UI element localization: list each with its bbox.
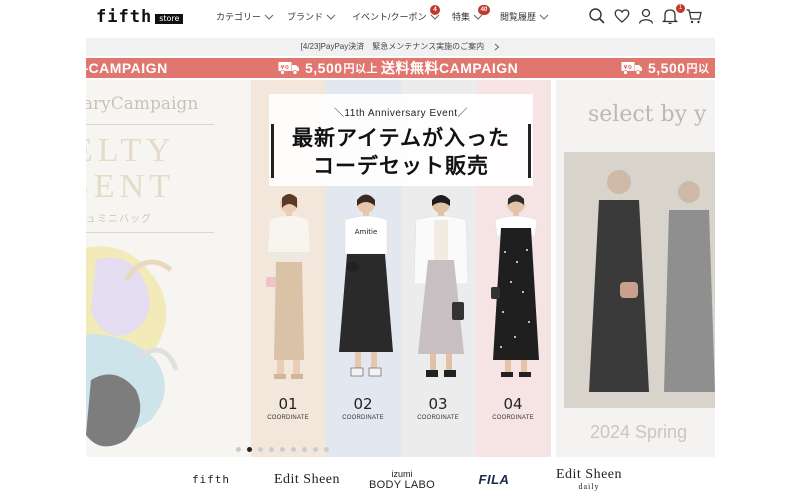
ticker-yen-text: 円以上 [343,63,379,75]
chevron-right-icon [495,43,500,51]
coordinate-number-02: 02 [353,395,373,413]
ticker-yen-text: 円以 [686,63,710,75]
carousel-dot[interactable] [236,447,241,452]
carousel-dot[interactable] [258,447,263,452]
carousel-dot[interactable] [324,447,329,452]
ticker-item-partial: ¥0 5,500 円以 [621,58,713,78]
coordinate-label-02: COORDINATE [342,415,384,421]
brand-link-izumi-body-labo[interactable]: izumi BODY LABO [362,459,442,500]
carousel-slide-current[interactable]: ＼11th Anniversary Event／ 最新アイテムが入った コーデセ… [251,80,551,457]
tshirt-print: Amitie [355,228,378,236]
truck-label: ¥0 [281,65,290,71]
search-icon[interactable] [588,7,606,25]
brand-edit-sheen-daily-line2: daily [578,482,600,491]
brand-fifth-logo: fifth [191,473,231,486]
nav-event-coupon-label: イベント/クーポン [352,12,427,22]
carousel-dot-active[interactable] [247,447,252,452]
carousel-dot[interactable] [291,447,296,452]
chevron-down-icon [326,14,336,20]
nav-brand[interactable]: ブランド [287,10,336,23]
prev-slide-line4: ュミニバッグ [86,214,152,225]
site-logo[interactable]: fifth store [96,7,184,27]
brand-link-fifth[interactable]: fifth [186,459,236,500]
ticker-fragment-text: 料CAMPAIGN [86,60,168,76]
next-slide-photo [564,152,715,408]
ticker-amount: 5,500 [305,60,343,76]
bell-badge: 1 [676,4,685,13]
brand-link-edit-sheen-daily[interactable]: Edit Sheen daily [544,459,634,500]
nav-brand-label: ブランド [287,12,324,22]
brand-edit-sheen-logo: Edit Sheen [273,471,341,487]
carousel-dot[interactable] [302,447,307,452]
coordinate-number-01: 01 [278,395,298,413]
carousel-slide-prev[interactable]: rsaryCampaign ELTY SENT ュミニバッグ [86,80,251,457]
divider [86,232,214,233]
nav-feature-label: 特集 [452,12,471,22]
nav-feature-badge: 40 [478,5,490,15]
nav-category[interactable]: カテゴリー [216,10,274,23]
coordinate-number-03: 03 [428,395,448,413]
cart-icon[interactable] [685,7,703,25]
truck-icon: ¥0 [621,62,642,75]
truck-label: ¥0 [624,65,633,71]
carousel-dots [236,447,329,452]
carousel-dot[interactable] [269,447,274,452]
ticker-item-partial: 料CAMPAIGN [86,58,168,78]
divider [86,124,214,125]
chevron-down-icon [264,14,274,20]
nav-history-label: 閲覧履歴 [500,12,537,22]
truck-icon: ¥0 [278,62,299,75]
heart-icon[interactable] [613,7,631,25]
brand-link-edit-sheen[interactable]: Edit Sheen [262,459,352,500]
headline-line1: 最新アイテムが入った [292,127,510,150]
hero-carousel[interactable]: rsaryCampaign ELTY SENT ュミニバッグ ＼11th Ann… [86,80,715,457]
nav-event-coupon[interactable]: イベント/クーポン [352,10,440,23]
ticker-item: ¥0 5,500 円以上 送料無料CAMPAIGN [278,58,518,78]
brand-link-fila[interactable]: FILA [469,459,519,500]
prev-slide-title: rsaryCampaign [86,94,199,114]
next-slide-models [564,152,715,408]
brand-fila-logo: FILA [478,472,510,487]
next-slide-title: select by y [588,102,707,127]
prev-slide-line3: SENT [86,168,175,205]
carousel-dot[interactable] [313,447,318,452]
nav-event-badge: 4 [430,5,440,15]
prev-slide-line2: ELTY [86,132,176,169]
ticker-campaign-text: 送料無料CAMPAIGN [381,60,519,76]
model-image-04[interactable] [483,192,549,382]
model-image-02[interactable]: Amitie [333,192,399,382]
chevron-down-icon [539,14,549,20]
next-slide-subtitle: 2024 Spring [590,422,688,442]
user-icon[interactable] [637,7,655,25]
brand-izumi-line2: BODY LABO [368,478,436,491]
coordinate-label-04: COORDINATE [492,415,534,421]
logo-badge: store [155,14,184,24]
nav-history[interactable]: 閲覧履歴 [500,10,549,23]
model-image-03[interactable] [408,192,474,382]
brand-edit-sheen-daily-line1: Edit Sheen [555,467,623,482]
coordinate-number-04: 04 [503,395,523,413]
notice-text: [4/23]PayPay決済 緊急メンテナンス実施のご案内 [300,42,485,51]
knit-bag-image [86,246,179,447]
carousel-dot[interactable] [280,447,285,452]
headline-line2: コーデセット販売 [313,155,489,178]
nav-category-label: カテゴリー [216,12,262,22]
brand-strip: fifth Edit Sheen izumi BODY LABO FILA Ed… [86,459,715,500]
carousel-slide-next[interactable]: select by y 2024 Spring [556,80,715,457]
coordinate-label-03: COORDINATE [417,415,459,421]
campaign-ticker[interactable]: 料CAMPAIGN ¥0 5,500 円以上 送料無料CAMPAIGN ¥0 5… [86,58,715,78]
ticker-amount: 5,500 [648,60,686,76]
brand-izumi-line1: izumi [391,468,413,479]
event-caption: ＼11th Anniversary Event／ [333,108,469,119]
coordinate-label-01: COORDINATE [267,415,309,421]
logo-text: fifth [96,7,153,27]
model-image-01[interactable] [256,192,322,382]
notice-bar[interactable]: [4/23]PayPay決済 緊急メンテナンス実施のご案内 [86,38,715,56]
site-header: fifth store カテゴリー ブランド イベント/クーポン 4 特集 40… [0,0,800,36]
